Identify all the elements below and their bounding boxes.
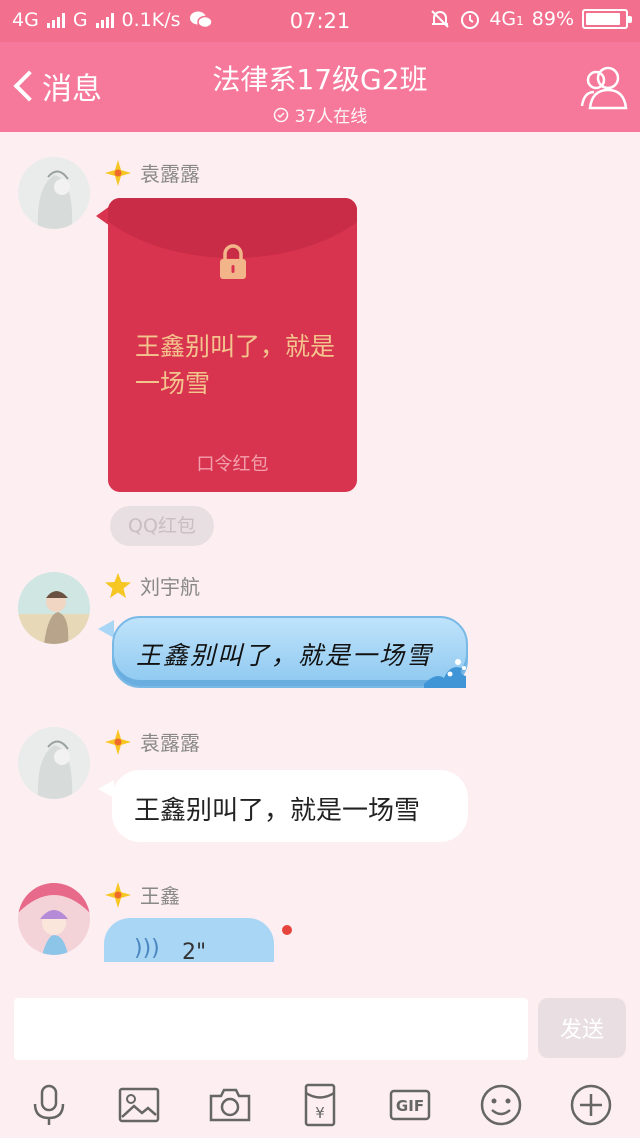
message-input[interactable]: [14, 998, 528, 1060]
input-bar: 发送: [0, 986, 640, 1072]
voice-wave-icon: ))): [134, 936, 160, 961]
svg-text:GIF: GIF: [396, 1097, 424, 1115]
plus-icon[interactable]: [565, 1079, 617, 1131]
emoji-icon[interactable]: [475, 1079, 527, 1131]
unread-dot: [282, 925, 292, 935]
image-icon[interactable]: [113, 1079, 165, 1131]
bottom-toolbar: ¥ GIF: [0, 1072, 640, 1138]
voice-duration: 2": [182, 940, 207, 962]
voice-clip-region: ))) 2": [0, 0, 640, 962]
svg-text:¥: ¥: [315, 1104, 325, 1122]
red-packet-icon[interactable]: ¥: [294, 1079, 346, 1131]
camera-icon[interactable]: [204, 1079, 256, 1131]
mic-icon[interactable]: [23, 1079, 75, 1131]
send-button[interactable]: 发送: [538, 998, 626, 1058]
voice-message[interactable]: ))) 2": [104, 918, 274, 962]
gif-icon[interactable]: GIF: [384, 1079, 436, 1131]
